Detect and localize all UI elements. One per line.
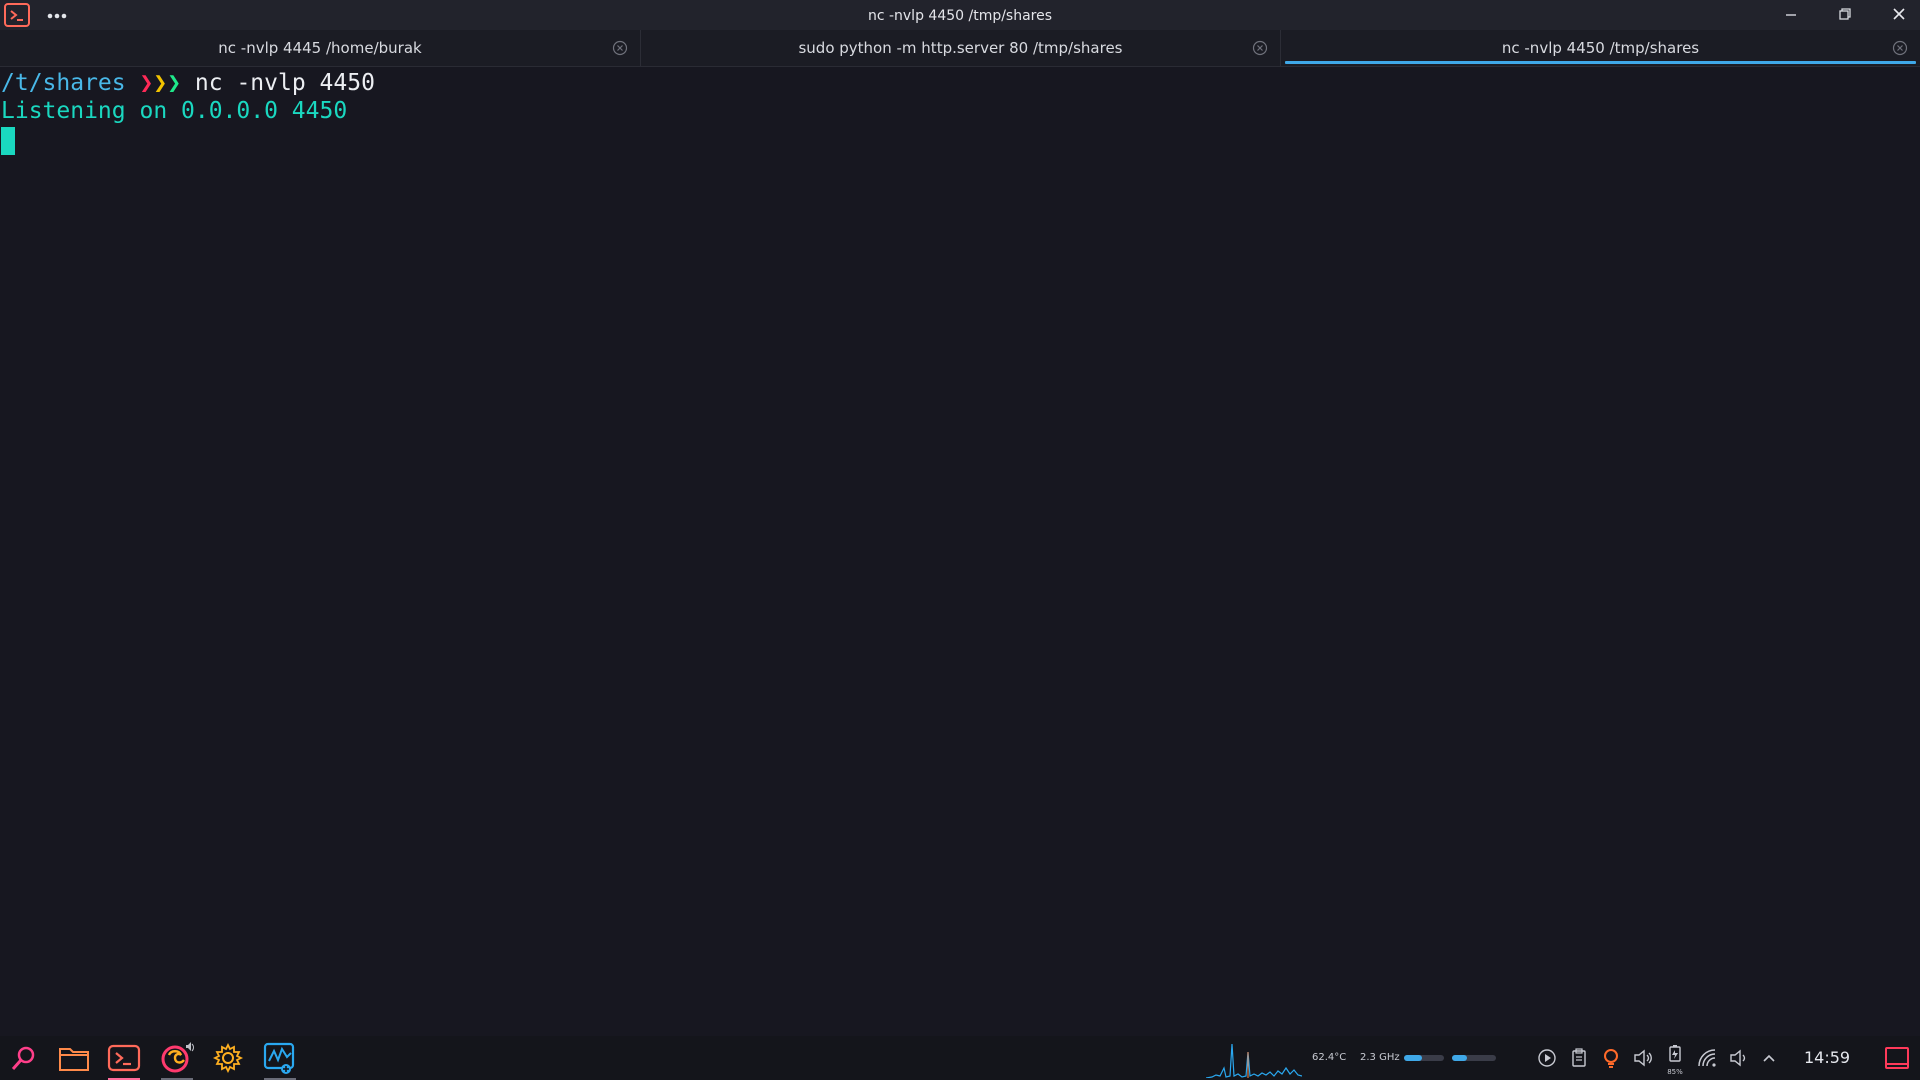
battery-percentage: 85%: [1667, 1068, 1683, 1076]
terminal-icon: [107, 1044, 141, 1072]
ram-usage-bar[interactable]: [1404, 1055, 1444, 1061]
files-launcher[interactable]: [52, 1036, 96, 1080]
swap-usage-fill: [1452, 1055, 1468, 1061]
output-text: Listening on 0.0.0.0 4450: [1, 98, 348, 124]
firefox-icon: [161, 1042, 194, 1073]
clock[interactable]: 14:59: [1804, 1036, 1850, 1080]
taskbar: 62.4°C 2.3 GHz 85% 14:59: [0, 1036, 1920, 1080]
cpu-frequency-readout[interactable]: 2.3 GHz: [1360, 1036, 1400, 1080]
cursor-line: [0, 125, 1920, 155]
search-icon: [11, 1046, 35, 1070]
terminal-cursor: [1, 127, 15, 155]
files-icon: [59, 1048, 89, 1071]
prompt-chevron-red: ❯: [139, 70, 154, 96]
system-monitor-icon: [263, 1042, 295, 1074]
close-window-button[interactable]: [1882, 0, 1916, 28]
dots-icon[interactable]: [46, 2, 68, 28]
swap-usage-bar[interactable]: [1452, 1055, 1496, 1061]
close-tab-icon[interactable]: [612, 40, 628, 56]
prompt-chevron-yellow: ❯: [153, 70, 168, 96]
temperature-readout[interactable]: 62.4°C: [1312, 1036, 1346, 1080]
tab-label: nc -nvlp 4450 /tmp/shares: [1501, 39, 1700, 57]
firefox-launcher[interactable]: [155, 1036, 199, 1080]
clipboard-icon[interactable]: [1568, 1047, 1590, 1069]
prompt-line: /t/shares ❯❯❯ nc -nvlp 4450: [0, 69, 1920, 97]
close-tab-icon[interactable]: [1252, 40, 1268, 56]
window-title: nc -nvlp 4450 /tmp/shares: [867, 8, 1053, 24]
chevron-up-icon[interactable]: [1758, 1047, 1780, 1069]
show-desktop-icon[interactable]: [1884, 1045, 1910, 1071]
restore-icon: [1839, 8, 1851, 20]
restore-button[interactable]: [1828, 0, 1862, 28]
terminal-output[interactable]: /t/shares ❯❯❯ nc -nvlp 4450 Listening on…: [0, 67, 1920, 1037]
volume-icon[interactable]: [1728, 1047, 1750, 1069]
ram-usage-fill: [1404, 1055, 1422, 1061]
terminal-icon[interactable]: [4, 3, 30, 27]
minimize-button[interactable]: [1774, 0, 1808, 28]
settings-launcher[interactable]: [206, 1036, 250, 1080]
media-play-icon[interactable]: [1536, 1047, 1558, 1069]
prompt-chevron-green: ❯: [167, 70, 182, 96]
tab-bar: nc -nvlp 4445 /home/burak sudo python -m…: [0, 30, 1920, 67]
command-text: nc -nvlp 4450: [194, 70, 375, 96]
tab-label: sudo python -m http.server 80 /tmp/share…: [798, 39, 1123, 57]
wifi-icon[interactable]: [1696, 1047, 1718, 1069]
audio-icon[interactable]: [1632, 1047, 1654, 1069]
close-icon: [1893, 8, 1905, 20]
search-launcher[interactable]: [2, 1036, 46, 1080]
tab-nc-4450[interactable]: nc -nvlp 4450 /tmp/shares: [1280, 30, 1920, 66]
cpu-load-graph[interactable]: [1206, 1038, 1302, 1078]
prompt-path: /t/shares: [1, 70, 126, 96]
lightbulb-icon[interactable]: [1600, 1047, 1622, 1069]
system-monitor-launcher[interactable]: [258, 1036, 302, 1080]
title-bar: nc -nvlp 4450 /tmp/shares: [0, 0, 1920, 30]
close-tab-icon[interactable]: [1892, 40, 1908, 56]
minimize-icon: [1786, 14, 1796, 16]
tab-nc-4445[interactable]: nc -nvlp 4445 /home/burak: [0, 30, 640, 66]
tab-http-server[interactable]: sudo python -m http.server 80 /tmp/share…: [640, 30, 1280, 66]
terminal-launcher[interactable]: [102, 1036, 146, 1080]
output-line: Listening on 0.0.0.0 4450: [0, 97, 1920, 125]
tab-label: nc -nvlp 4445 /home/burak: [218, 39, 422, 57]
battery-icon: [1669, 1045, 1681, 1062]
settings-icon: [212, 1042, 244, 1074]
battery-indicator[interactable]: 85%: [1664, 1044, 1686, 1076]
